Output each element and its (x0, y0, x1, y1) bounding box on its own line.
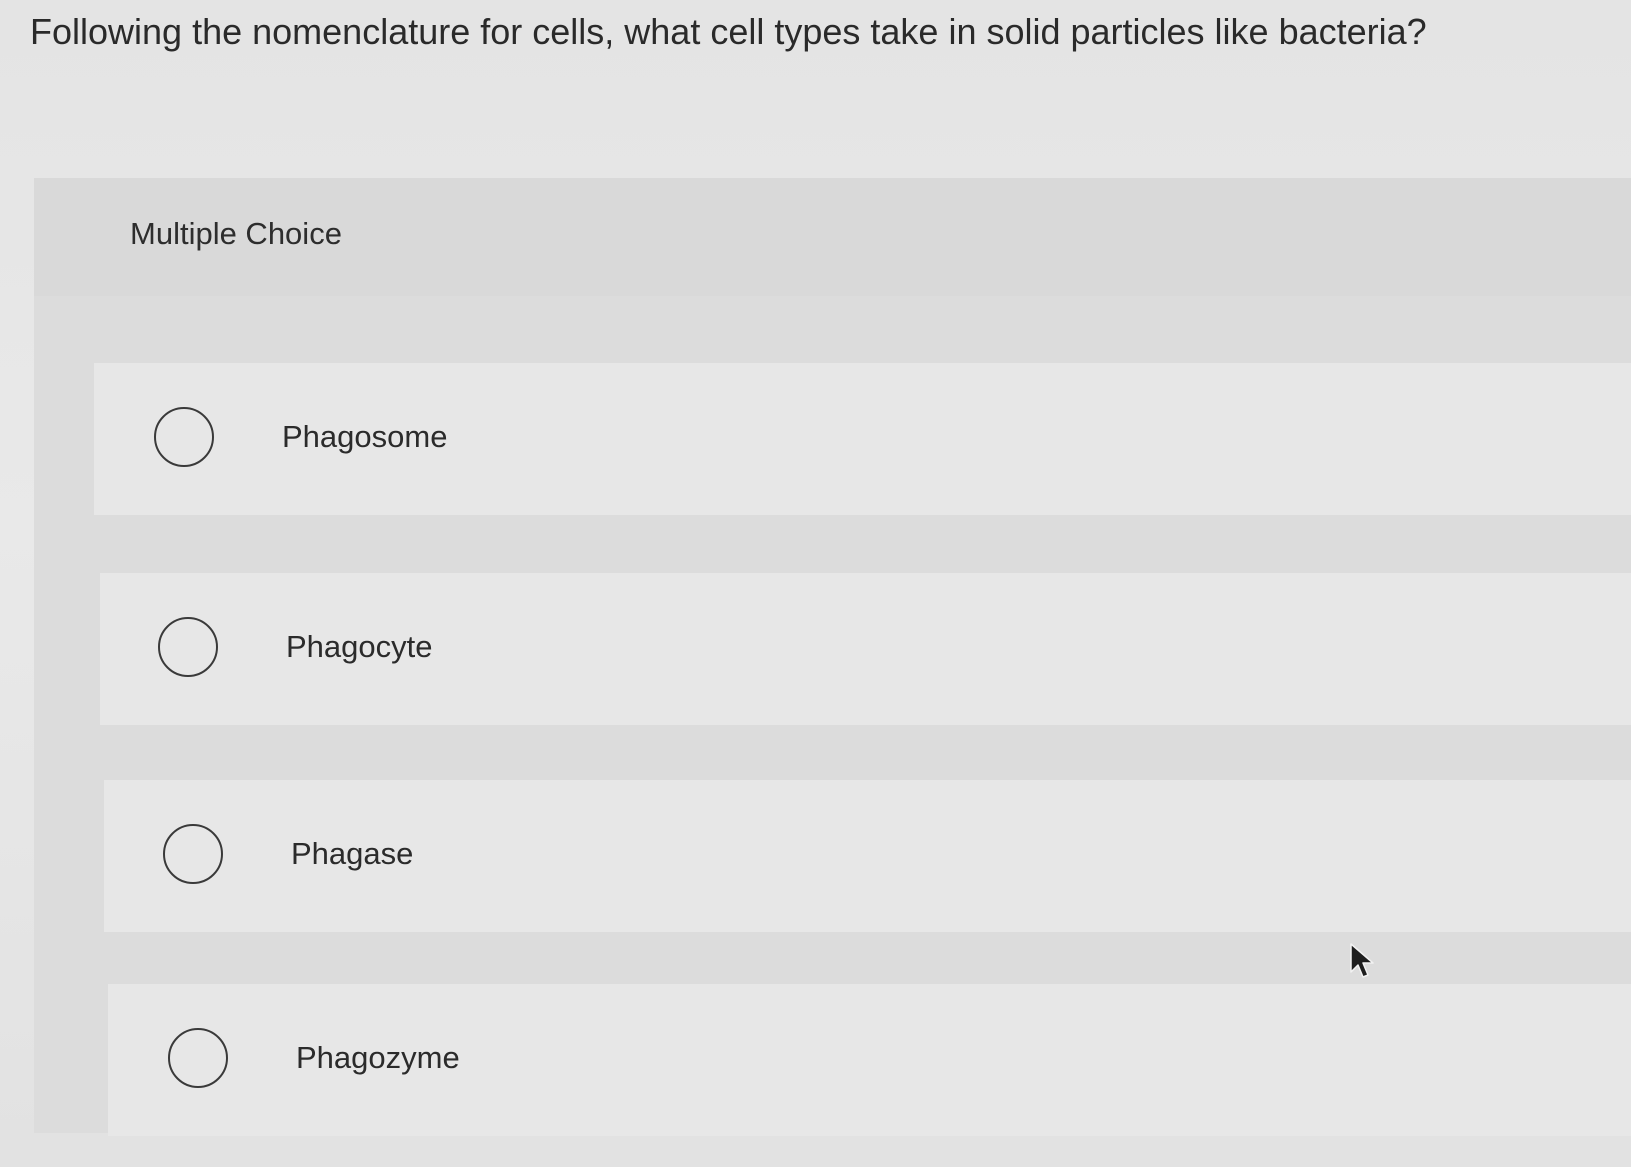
multiple-choice-panel: Multiple Choice Phagosome Phagocyte Phag… (34, 178, 1631, 1136)
option-phagosome[interactable]: Phagosome (94, 363, 1631, 515)
radio-button-icon[interactable] (154, 407, 214, 467)
option-label: Phagozyme (296, 1040, 460, 1075)
radio-button-icon[interactable] (158, 617, 218, 677)
option-phagocyte[interactable]: Phagocyte (100, 573, 1631, 725)
option-label: Phagase (291, 836, 414, 871)
question-text: Following the nomenclature for cells, wh… (30, 11, 1427, 52)
multiple-choice-header: Multiple Choice (34, 178, 1631, 296)
mouse-pointer-icon (1350, 943, 1374, 978)
multiple-choice-label: Multiple Choice (130, 216, 342, 251)
radio-button-icon[interactable] (168, 1028, 228, 1088)
option-label: Phagocyte (286, 629, 433, 664)
option-phagozyme[interactable]: Phagozyme (108, 984, 1631, 1136)
option-phagase[interactable]: Phagase (104, 780, 1631, 932)
option-label: Phagosome (282, 419, 448, 454)
radio-button-icon[interactable] (163, 824, 223, 884)
